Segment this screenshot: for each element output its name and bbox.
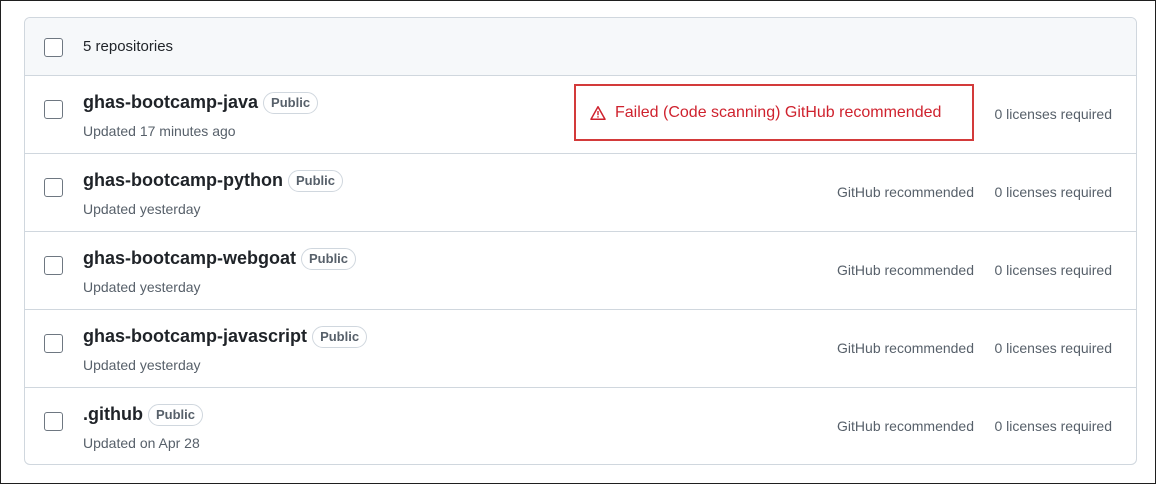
updated-timestamp: Updated yesterday xyxy=(83,201,201,217)
select-all-checkbox[interactable] xyxy=(44,38,63,57)
repo-checkbox[interactable] xyxy=(44,412,63,431)
visibility-badge: Public xyxy=(301,248,357,270)
security-configuration[interactable]: GitHub recommended xyxy=(837,184,974,200)
repository-count: 5 repositories xyxy=(83,38,174,55)
licenses-required: 0 licenses required xyxy=(994,106,1112,122)
security-configuration[interactable]: GitHub recommended xyxy=(837,262,974,278)
visibility-badge: Public xyxy=(263,92,319,114)
updated-timestamp: Updated on Apr 28 xyxy=(83,435,200,451)
table-row: ghas-bootcamp-python Public Updated yest… xyxy=(25,154,1136,232)
table-row: ghas-bootcamp-javascript Public Updated … xyxy=(25,310,1136,388)
screenshot-frame: 5 repositories ghas-bootcamp-java Public… xyxy=(0,0,1156,484)
licenses-required: 0 licenses required xyxy=(994,262,1112,278)
repo-name-link[interactable]: .github xyxy=(83,404,143,425)
repo-name-link[interactable]: ghas-bootcamp-javascript xyxy=(83,326,307,347)
table-row: ghas-bootcamp-webgoat Public Updated yes… xyxy=(25,232,1136,310)
visibility-badge: Public xyxy=(288,170,344,192)
updated-timestamp: Updated yesterday xyxy=(83,357,201,373)
repo-name-link[interactable]: ghas-bootcamp-python xyxy=(83,170,283,191)
repo-checkbox[interactable] xyxy=(44,178,63,197)
updated-timestamp: Updated 17 minutes ago xyxy=(83,123,236,139)
licenses-required: 0 licenses required xyxy=(994,340,1112,356)
updated-timestamp: Updated yesterday xyxy=(83,279,201,295)
failed-config-highlight[interactable]: Failed (Code scanning) GitHub recommende… xyxy=(574,84,974,141)
licenses-required: 0 licenses required xyxy=(994,184,1112,200)
repo-name-link[interactable]: ghas-bootcamp-webgoat xyxy=(83,248,296,269)
licenses-required: 0 licenses required xyxy=(994,418,1112,434)
repo-name-link[interactable]: ghas-bootcamp-java xyxy=(83,92,258,113)
list-header: 5 repositories xyxy=(25,18,1136,76)
security-configuration[interactable]: GitHub recommended xyxy=(837,418,974,434)
repo-checkbox[interactable] xyxy=(44,334,63,353)
repository-list-panel: 5 repositories ghas-bootcamp-java Public… xyxy=(24,17,1137,465)
visibility-badge: Public xyxy=(147,404,203,426)
alert-triangle-icon xyxy=(590,105,606,120)
repo-checkbox[interactable] xyxy=(44,100,63,119)
visibility-badge: Public xyxy=(312,326,368,348)
config-status-text: Failed (Code scanning) GitHub recommende… xyxy=(615,103,942,121)
table-row: ghas-bootcamp-java Public Updated 17 min… xyxy=(25,76,1136,154)
repo-checkbox[interactable] xyxy=(44,256,63,275)
security-configuration[interactable]: GitHub recommended xyxy=(837,340,974,356)
table-row: .github Public Updated on Apr 28 GitHub … xyxy=(25,388,1136,464)
